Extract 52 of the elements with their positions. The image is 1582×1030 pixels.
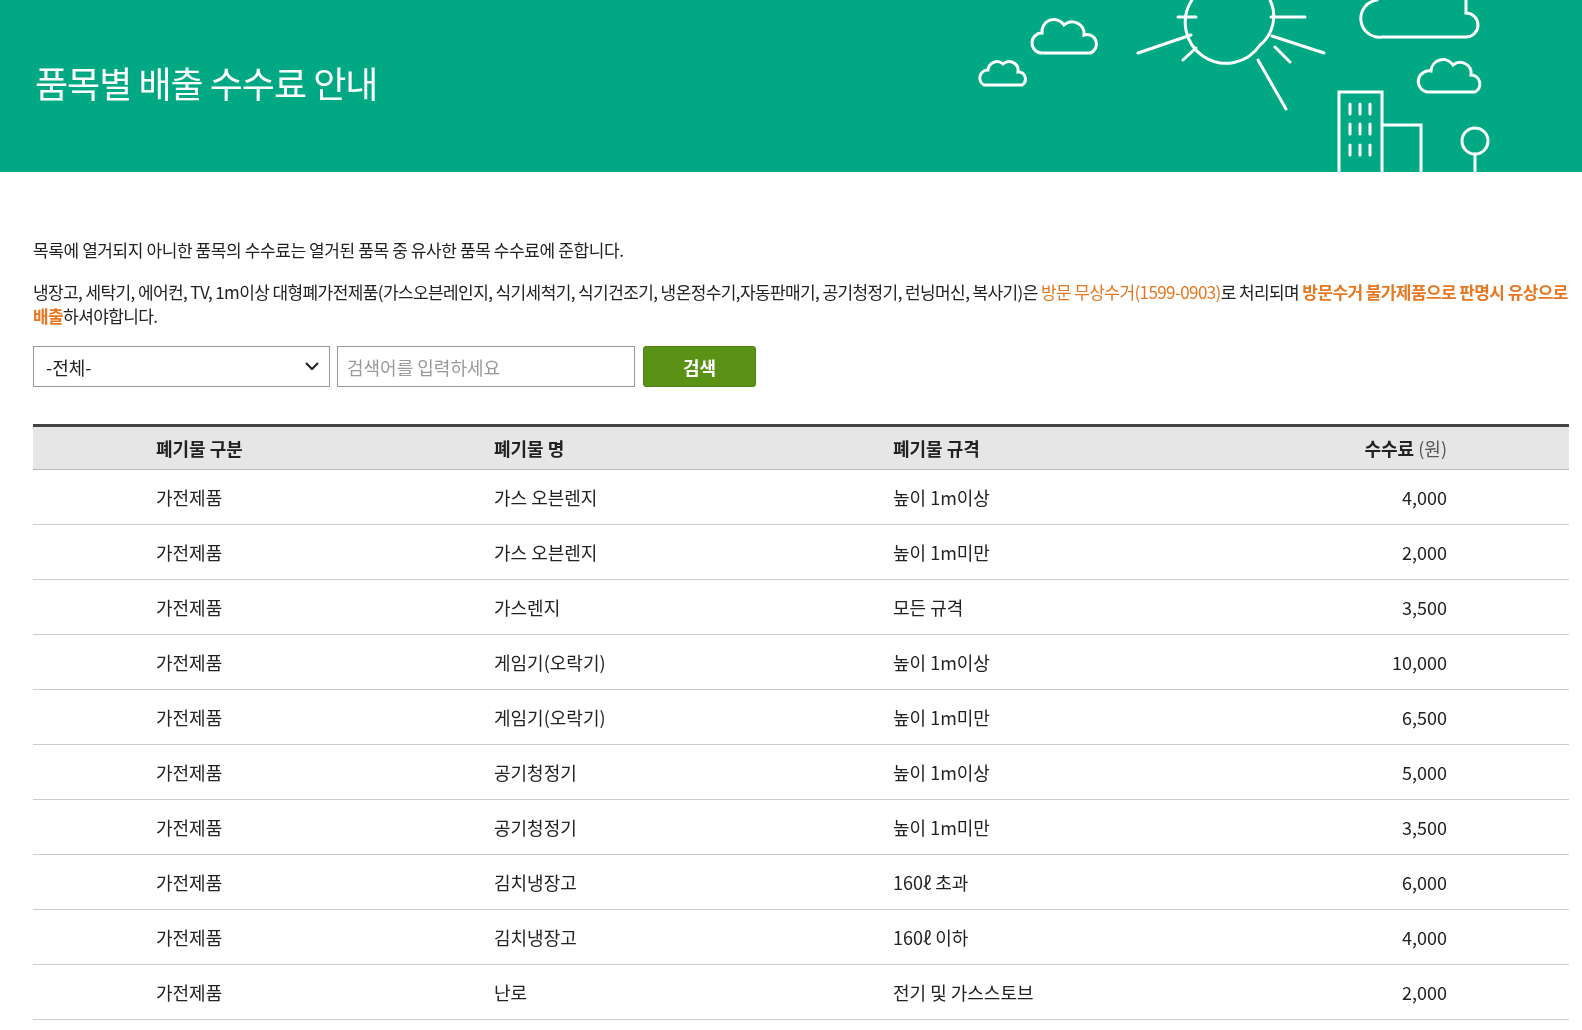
table-cell: 가스 오븐렌지	[494, 484, 598, 510]
unit-label: (원)	[1418, 435, 1447, 461]
table-cell: 게임기(오락기)	[494, 649, 606, 675]
column-header: 폐기물 규격	[893, 435, 980, 461]
table-cell: 가전제품	[156, 924, 223, 950]
table-cell: 난로	[494, 979, 528, 1005]
table-cell: 높이 1m이상	[893, 649, 990, 675]
chevron-down-icon	[305, 362, 319, 371]
table-cell: 김치냉장고	[494, 869, 577, 895]
table-cell: 가전제품	[156, 979, 223, 1005]
table-cell: 가전제품	[156, 594, 223, 620]
table-cell: 4,000	[1402, 484, 1447, 510]
table-cell: 모든 규격	[893, 594, 964, 620]
table-cell: 높이 1m미만	[893, 539, 990, 565]
column-header: 폐기물 구분	[156, 435, 243, 461]
table-cell: 가전제품	[156, 484, 223, 510]
table-cell: 가전제품	[156, 759, 223, 785]
table-cell: 2,000	[1402, 979, 1447, 1005]
table-cell: 가전제품	[156, 649, 223, 675]
table-cell: 3,500	[1402, 594, 1447, 620]
table-cell: 높이 1m미만	[893, 814, 990, 840]
category-select[interactable]: -전체-	[33, 346, 330, 387]
table-cell: 4,000	[1402, 924, 1447, 950]
table-cell: 3,500	[1402, 814, 1447, 840]
table-cell: 10,000	[1392, 649, 1447, 675]
table-cell: 가전제품	[156, 704, 223, 730]
table-cell: 높이 1m미만	[893, 704, 990, 730]
notice-text: 목록에 열거되지 아니한 품목의 수수료는 열거된 품목 중 유사한 품목 수수료에 준합니다.	[33, 237, 625, 262]
table-cell: 공기청정기	[494, 814, 577, 840]
table-cell: 5,000	[1402, 759, 1447, 785]
table-cell: 가스 오븐렌지	[494, 539, 598, 565]
column-header: 폐기물 명	[494, 435, 565, 461]
table-cell: 가스렌지	[494, 594, 561, 620]
table-cell: 2,000	[1402, 539, 1447, 565]
table-cell: 높이 1m이상	[893, 484, 990, 510]
table-cell: 6,000	[1402, 869, 1447, 895]
info-text: 냉장고, 세탁기, 에어컨, TV, 1m이상 대형폐가전제품(가스오븐레인지, 식기세척기, 식기건조기, 냉온정수기,자동판매기, 공기청정기, 런닝머신, 복사기)은 방문 무상수거(1599-0903)로 처리되며 방문수거 불가제품으로 판명시 유상으로 배출하셔야합니다.	[33, 280, 1569, 328]
table-cell: 6,500	[1402, 704, 1447, 730]
page-title: 품목별 배출 수수료 안내	[35, 56, 378, 108]
table-cell: 가전제품	[156, 539, 223, 565]
table-cell: 가전제품	[156, 814, 223, 840]
table-cell: 높이 1m이상	[893, 759, 990, 785]
table-cell: 160ℓ 이하	[893, 924, 969, 950]
table-cell: 김치냉장고	[494, 924, 577, 950]
table-cell: 게임기(오락기)	[494, 704, 606, 730]
search-button[interactable]: 검색	[643, 346, 756, 387]
table-cell: 가전제품	[156, 869, 223, 895]
search-field[interactable]: 검색어를 입력하세요	[337, 346, 635, 387]
column-header: 수수료	[1364, 435, 1415, 461]
table-cell: 전기 및 가스스토브	[893, 979, 1034, 1005]
table-cell: 160ℓ 초과	[893, 869, 969, 895]
table-cell: 공기청정기	[494, 759, 577, 785]
